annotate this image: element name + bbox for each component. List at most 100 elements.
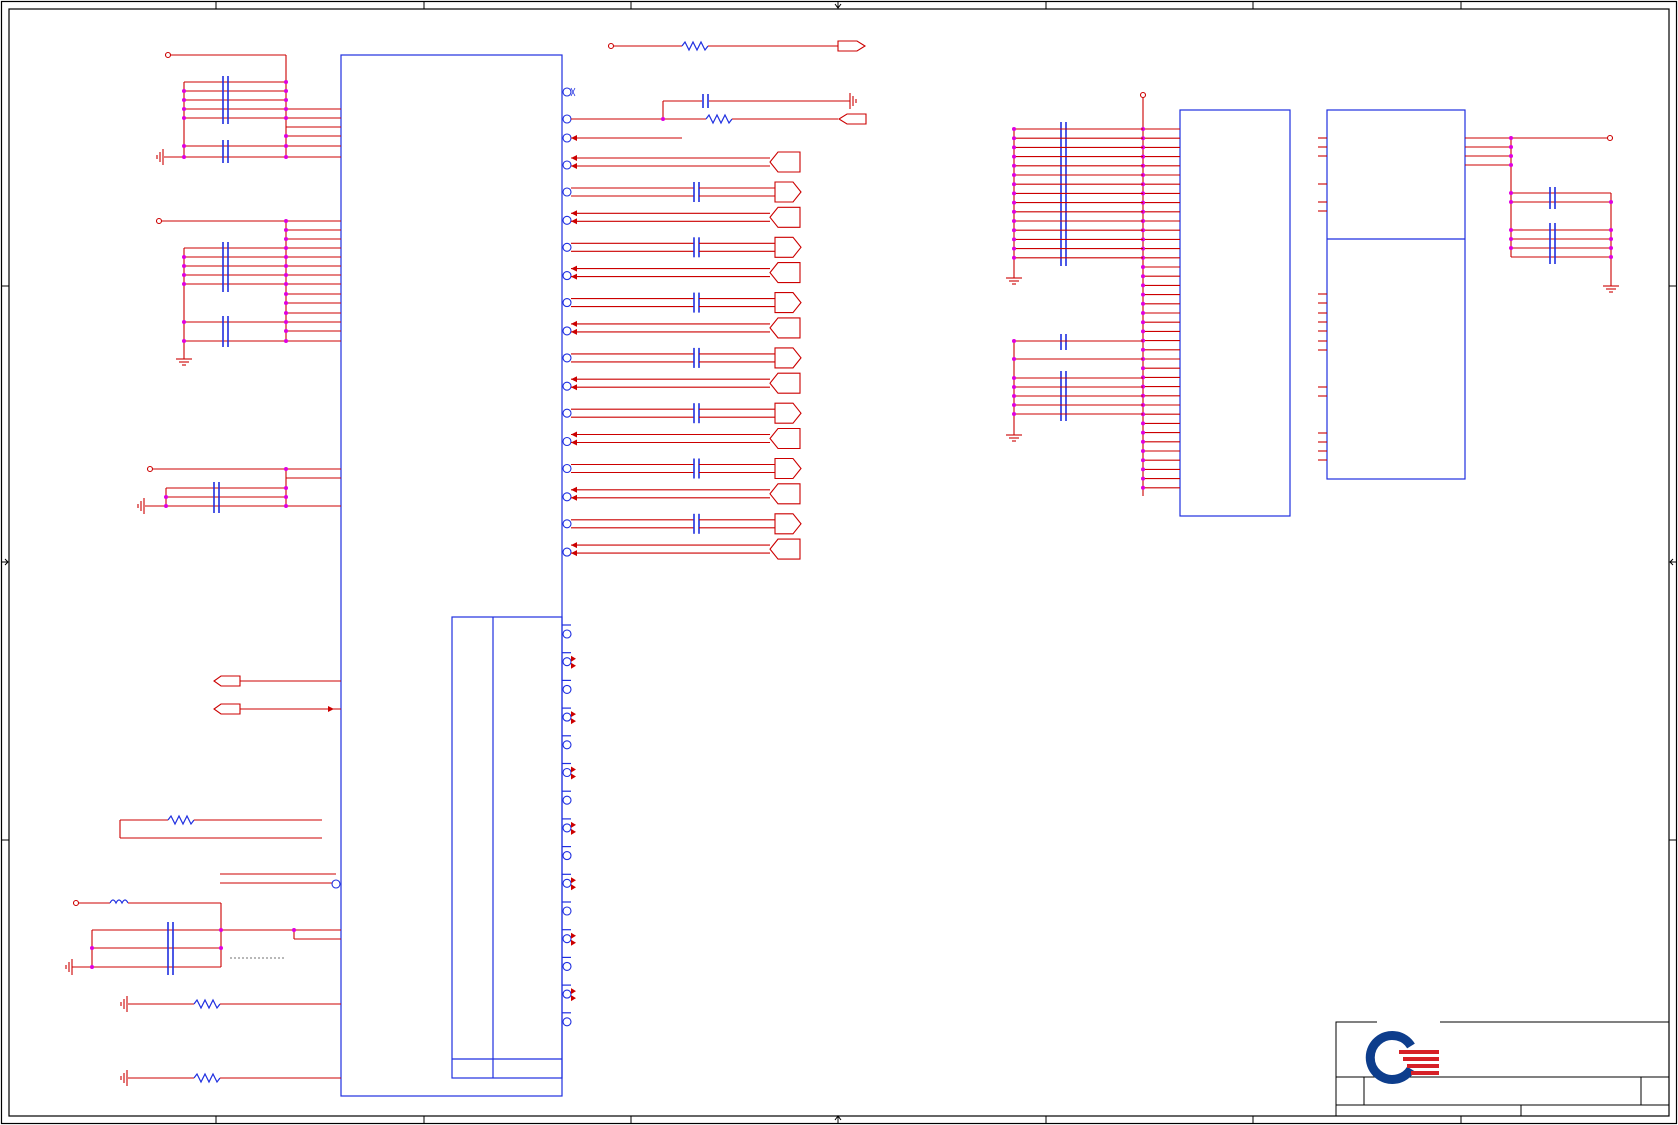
- junction-dot: [1012, 209, 1016, 214]
- offpage-port: [769, 206, 801, 228]
- junction-dot: [1012, 357, 1016, 361]
- junction-dot: [1012, 412, 1016, 416]
- arrow-marker: [571, 877, 576, 891]
- offpage-port: [774, 402, 802, 424]
- junction-dot: [1012, 376, 1016, 380]
- pin-circle: [562, 906, 572, 916]
- junction-dot: [1141, 458, 1145, 463]
- offpage-port: [774, 292, 802, 314]
- pin-circle: [562, 519, 572, 529]
- pin-circle: [562, 878, 572, 888]
- arrow-marker: [571, 155, 577, 169]
- junction-dot: [1141, 320, 1145, 325]
- pin-circle: [562, 823, 572, 833]
- arrow-marker: [571, 821, 576, 835]
- arrow-marker: [571, 486, 577, 501]
- junction-dot: [1012, 255, 1016, 260]
- pin-circle: [562, 326, 572, 336]
- junction-dot: [1012, 136, 1016, 141]
- junction-dot: [1012, 145, 1016, 150]
- junction-dot: [1141, 467, 1145, 472]
- junction-dot: [1141, 449, 1145, 453]
- junction-dot: [1012, 182, 1016, 187]
- sheet-border: [0, 0, 1678, 1125]
- pin-circle: [562, 242, 572, 252]
- pin-circle: [562, 851, 572, 861]
- center-mark-right: [1669, 558, 1676, 566]
- junction-dot: [1012, 394, 1016, 398]
- pin-circle: [562, 712, 572, 722]
- pin-circle: [562, 934, 572, 944]
- offpage-port: [769, 151, 801, 173]
- junction-dot: [1141, 430, 1145, 435]
- offpage-port: [769, 427, 801, 450]
- junction-dot: [1141, 265, 1145, 269]
- junction-dot: [1012, 339, 1016, 343]
- pin-circle: [562, 187, 572, 197]
- pin-circle: [562, 795, 572, 805]
- pin-circle: [562, 767, 572, 778]
- left-offpage-ports: [213, 675, 341, 715]
- junction-dot: [1012, 163, 1016, 168]
- offpage-port: [769, 372, 801, 394]
- pin-circle: [562, 547, 572, 557]
- connector-2: [1318, 109, 1619, 480]
- junction-dot: [1012, 403, 1016, 407]
- top-signal-nets: [562, 40, 867, 143]
- junction-dot: [1012, 200, 1016, 205]
- junction-dot: [1141, 421, 1145, 426]
- junction-dot: [1012, 191, 1016, 196]
- arrow-marker: [571, 766, 576, 780]
- junction-dot: [1012, 228, 1016, 233]
- junction-dot: [1141, 375, 1145, 380]
- pin-circle: [562, 989, 572, 999]
- offpage-port: [774, 347, 802, 369]
- arrow-marker: [571, 655, 576, 669]
- pin-circle: [562, 381, 572, 391]
- pin-circle: [562, 271, 572, 281]
- junction-dot: [1141, 292, 1145, 297]
- connector-1: [1006, 91, 1291, 517]
- pin-circle: [562, 629, 572, 639]
- center-mark-left: [2, 558, 9, 566]
- offpage-port: [774, 457, 802, 480]
- arrow-marker: [571, 711, 576, 725]
- inductor-filter: [65, 899, 341, 975]
- junction-dot: [1141, 274, 1145, 279]
- resistor-loop: [119, 814, 341, 889]
- junction-dot: [1141, 301, 1145, 306]
- junction-dot: [1012, 127, 1016, 131]
- junction-dot: [1012, 154, 1016, 159]
- differential-pairs: [562, 151, 802, 560]
- offpage-port: [769, 483, 801, 505]
- junction-dot: [1012, 219, 1016, 223]
- arrow-marker: [571, 542, 577, 557]
- junction-dot: [1012, 385, 1016, 389]
- power-rail-group-1: [156, 51, 341, 165]
- junction-dot: [1141, 366, 1145, 371]
- pin-circle: [562, 298, 572, 308]
- offpage-port: [774, 181, 802, 203]
- offpage-port: [769, 262, 801, 284]
- arrow-marker: [571, 265, 577, 280]
- pin-circle: [562, 160, 572, 170]
- junction-dot: [1012, 246, 1016, 251]
- power-rail-group-2: [155, 217, 341, 366]
- arrow-marker: [571, 431, 577, 446]
- power-rail-group-3: [137, 465, 341, 514]
- pin-circle: [562, 408, 572, 418]
- schematic-sheet: [0, 0, 1678, 1125]
- pin-circle: [562, 215, 572, 225]
- junction-dot: [1141, 439, 1145, 444]
- title-block: [1335, 1020, 1670, 1117]
- offpage-port: [774, 513, 802, 535]
- pin-circle: [562, 492, 572, 502]
- junction-dot: [1141, 347, 1145, 352]
- arrow-marker: [571, 932, 576, 946]
- offpage-port: [769, 317, 801, 339]
- arrow-marker: [571, 988, 576, 1002]
- sub-block-pins: [562, 624, 576, 1027]
- offpage-port: [769, 538, 801, 560]
- junction-dot: [1141, 329, 1145, 334]
- junction-dot: [1012, 173, 1016, 177]
